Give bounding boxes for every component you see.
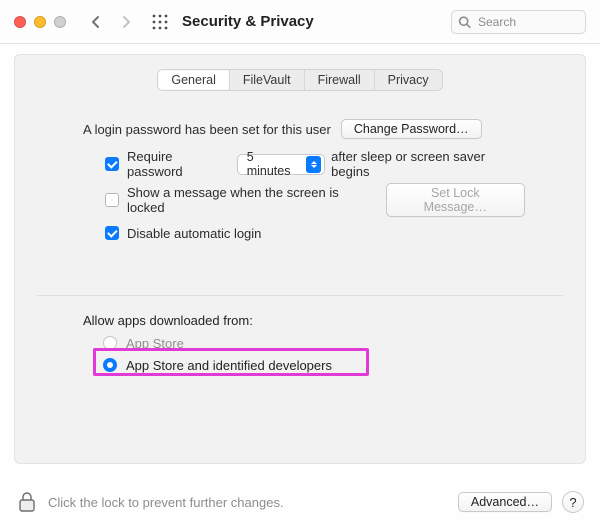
require-password-suffix: after sleep or screen saver begins: [331, 149, 525, 179]
login-password-section: A login password has been set for this u…: [83, 117, 525, 245]
require-password-delay-value: 5 minutes: [247, 150, 301, 178]
nav-buttons: [88, 14, 134, 30]
tab-privacy[interactable]: Privacy: [375, 70, 442, 90]
radio-label: App Store and identified developers: [126, 358, 332, 373]
advanced-button[interactable]: Advanced…: [458, 492, 552, 512]
tab-label: Firewall: [318, 73, 361, 87]
page-title: Security & Privacy: [182, 13, 314, 30]
zoom-window-button: [54, 16, 66, 28]
require-password-delay-select[interactable]: 5 minutes: [237, 154, 325, 175]
help-button[interactable]: ?: [562, 491, 584, 513]
radio-icon: [103, 336, 117, 350]
tab-label: FileVault: [243, 73, 291, 87]
set-lock-message-button: Set Lock Message…: [386, 183, 525, 217]
gatekeeper-option-identified-developers[interactable]: App Store and identified developers: [103, 354, 332, 376]
forward-button[interactable]: [118, 14, 134, 30]
radio-icon: [103, 358, 117, 372]
search-field-wrap: [451, 10, 586, 34]
help-icon: ?: [569, 495, 576, 510]
change-password-button[interactable]: Change Password…: [341, 119, 482, 139]
pane-footer: Click the lock to prevent further change…: [0, 477, 600, 527]
require-password-label: Require password: [127, 149, 231, 179]
lock-hint-text: Click the lock to prevent further change…: [48, 495, 284, 510]
tab-filevault[interactable]: FileVault: [230, 70, 305, 90]
disable-auto-login-label: Disable automatic login: [127, 226, 261, 241]
show-lock-message-label: Show a message when the screen is locked: [127, 185, 376, 215]
back-button[interactable]: [88, 14, 104, 30]
disable-auto-login-checkbox[interactable]: [105, 226, 119, 240]
gatekeeper-section: Allow apps downloaded from: App Store Ap…: [83, 313, 332, 376]
search-input[interactable]: [451, 10, 586, 34]
window-controls: [14, 16, 66, 28]
gatekeeper-heading: Allow apps downloaded from:: [83, 313, 332, 328]
show-lock-message-checkbox[interactable]: [105, 193, 119, 207]
radio-label: App Store: [126, 336, 184, 351]
lock-icon[interactable]: [16, 489, 38, 516]
section-divider: [37, 295, 563, 296]
login-password-set-text: A login password has been set for this u…: [83, 122, 331, 137]
minimize-window-button[interactable]: [34, 16, 46, 28]
tab-firewall[interactable]: Firewall: [305, 70, 375, 90]
close-window-button[interactable]: [14, 16, 26, 28]
gatekeeper-option-appstore[interactable]: App Store: [103, 332, 332, 354]
tab-label: Privacy: [388, 73, 429, 87]
require-password-checkbox[interactable]: [105, 157, 119, 171]
chevron-updown-icon: [306, 156, 321, 173]
tab-general[interactable]: General: [158, 70, 229, 90]
search-icon: [458, 15, 471, 28]
window-titlebar: Security & Privacy: [0, 0, 600, 44]
tab-label: General: [171, 73, 215, 87]
preference-pane: General FileVault Firewall Privacy A log…: [14, 54, 586, 464]
tab-bar: General FileVault Firewall Privacy: [157, 69, 442, 91]
show-all-prefs-icon[interactable]: [152, 14, 168, 30]
